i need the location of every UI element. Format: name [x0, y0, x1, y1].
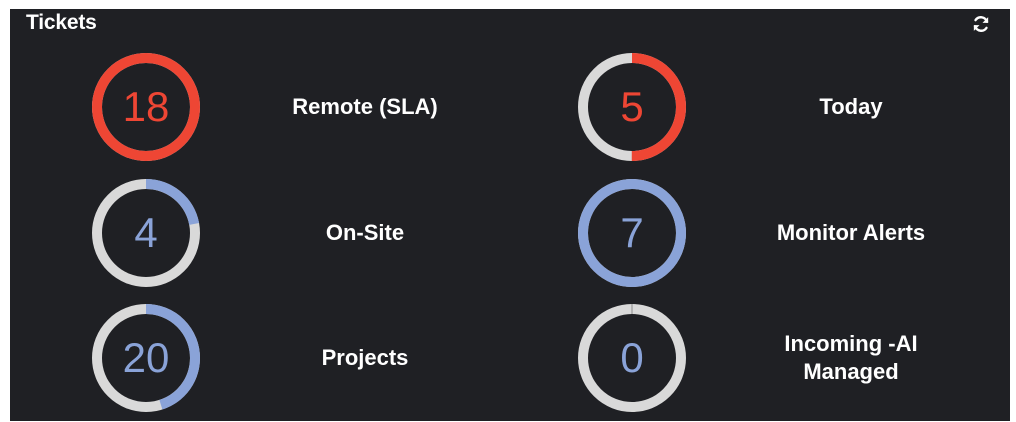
today-gauge: 5 — [576, 51, 688, 163]
incoming-ai-managed-label: Incoming -AI Managed — [784, 331, 918, 384]
monitor-alerts-label: Monitor Alerts — [776, 220, 926, 245]
widget-title: Tickets — [26, 11, 97, 34]
monitor-alerts-count: 7 — [620, 209, 644, 256]
tickets-widget: Tickets 18 Remote (SLA) 5 Today 4 On-Sit… — [10, 9, 1010, 421]
refresh-icon[interactable] — [970, 13, 992, 35]
widget-header: Tickets — [10, 9, 1010, 39]
remote-sla-gauge: 18 — [90, 51, 202, 163]
projects-count: 20 — [122, 334, 170, 381]
on-site-label: On-Site — [325, 220, 405, 245]
on-site-gauge: 4 — [90, 177, 202, 289]
on-site-count: 4 — [134, 209, 158, 256]
tile-monitor-alerts[interactable]: 7 Monitor Alerts — [496, 173, 982, 293]
tile-projects[interactable]: 20 Projects — [10, 298, 496, 418]
tile-incoming-ai-managed[interactable]: 0 Incoming -AI Managed — [496, 298, 982, 418]
today-count: 5 — [620, 83, 644, 130]
tile-on-site[interactable]: 4 On-Site — [10, 173, 496, 293]
tile-remote-sla[interactable]: 18 Remote (SLA) — [10, 47, 496, 167]
tile-today[interactable]: 5 Today — [496, 47, 982, 167]
incoming-ai-managed-gauge: 0 — [576, 302, 688, 414]
remote-sla-count: 18 — [122, 83, 170, 130]
today-label: Today — [819, 94, 883, 119]
incoming-ai-managed-count: 0 — [620, 334, 644, 381]
projects-label: Projects — [321, 345, 409, 370]
monitor-alerts-gauge: 7 — [576, 177, 688, 289]
remote-sla-label: Remote (SLA) — [292, 94, 438, 119]
projects-gauge: 20 — [90, 302, 202, 414]
